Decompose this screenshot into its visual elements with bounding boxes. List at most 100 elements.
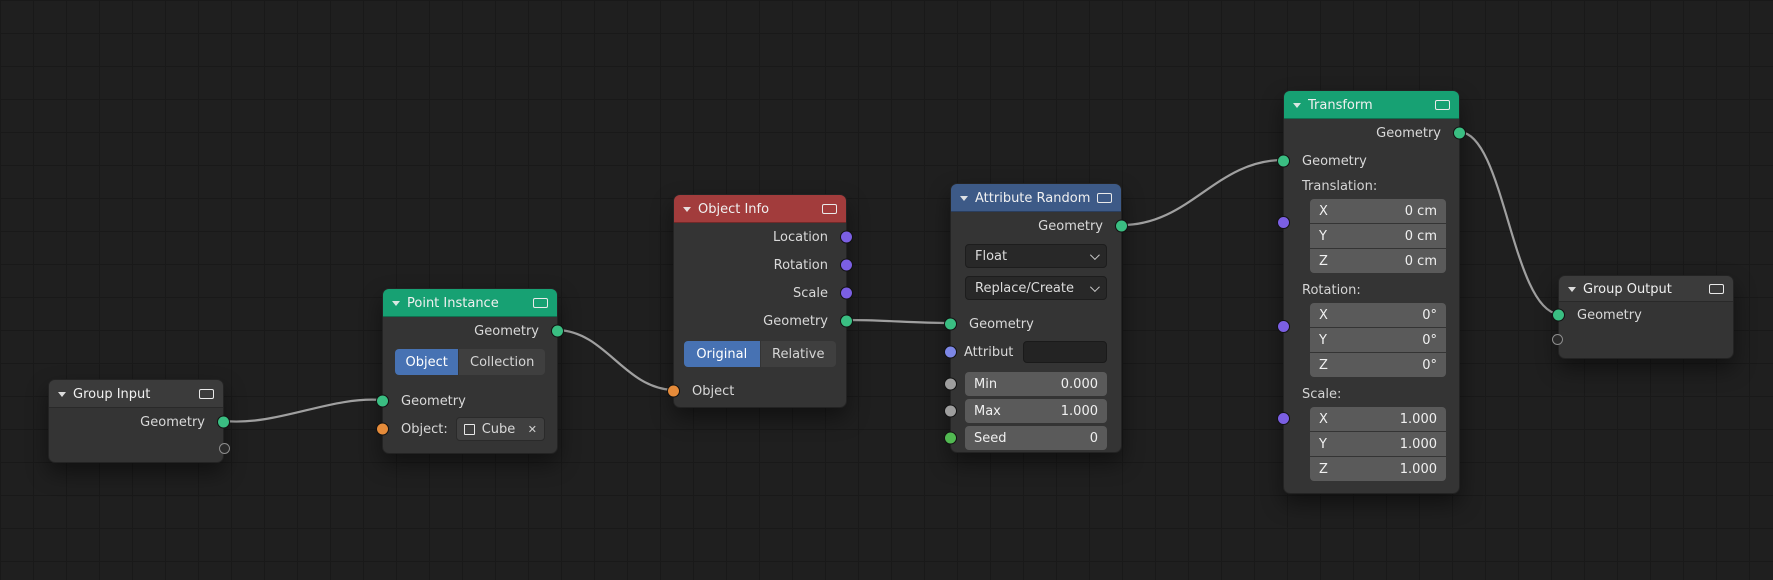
scale-label: Scale:: [1302, 387, 1342, 402]
mesh-cube-icon: [463, 423, 475, 435]
rotation-x-field[interactable]: X 0°: [1310, 303, 1446, 327]
axis-label: X: [1319, 411, 1328, 427]
node-header[interactable]: Attribute Randomi..: [951, 184, 1121, 212]
socket-min-input[interactable]: [944, 377, 957, 391]
translation-z-field[interactable]: Z 0 cm: [1310, 249, 1446, 273]
monitor-icon[interactable]: [1435, 100, 1450, 110]
max-label: Max: [974, 403, 1001, 419]
node-header[interactable]: Transform: [1284, 91, 1459, 119]
axis-label: Y: [1319, 436, 1327, 452]
node-group-output[interactable]: Group Output Geometry: [1552, 275, 1734, 359]
object-button[interactable]: Object: [395, 349, 459, 375]
monitor-icon[interactable]: [199, 389, 214, 399]
wire-attribute-randomize-to-transform: [1121, 158, 1284, 227]
translation-x-field[interactable]: X 0 cm: [1310, 199, 1446, 223]
socket-geometry-output[interactable]: [840, 314, 853, 328]
input-label: Geometry: [969, 316, 1034, 332]
node-point-instance[interactable]: Point Instance Geometry Object Collectio…: [376, 288, 564, 454]
axis-label: X: [1319, 203, 1328, 219]
translation-vector-fields: X 0 cm Y 0 cm Z 0 cm: [1284, 199, 1459, 273]
input-label: Geometry: [1577, 307, 1642, 323]
min-slider[interactable]: Min 0.000: [965, 372, 1107, 396]
node-header[interactable]: Object Info: [674, 195, 846, 223]
node-header[interactable]: Group Input: [49, 380, 223, 408]
socket-translation-input[interactable]: [1277, 216, 1290, 229]
monitor-icon[interactable]: [1097, 193, 1112, 203]
rotation-vector-fields: X 0° Y 0° Z 0°: [1284, 303, 1459, 377]
output-row-geometry: Geometry: [49, 408, 230, 436]
mode-dropdown[interactable]: Replace/Create: [965, 276, 1107, 300]
socket-virtual-input[interactable]: [1552, 334, 1563, 345]
node-header[interactable]: Point Instance: [383, 289, 557, 317]
node-header[interactable]: Group Output: [1559, 276, 1733, 302]
seed-slider[interactable]: Seed 0: [965, 426, 1107, 450]
attribute-label: Attribut: [964, 344, 1014, 360]
collapse-arrow-icon[interactable]: [392, 300, 400, 306]
socket-virtual-output[interactable]: [219, 443, 230, 454]
data-type-dropdown[interactable]: Float: [965, 244, 1107, 268]
axis-value: 0 cm: [1404, 228, 1437, 244]
socket-rotation-input[interactable]: [1277, 320, 1290, 333]
socket-geometry-input[interactable]: [376, 394, 389, 408]
socket-geometry-input[interactable]: [1277, 154, 1290, 168]
node-group-input[interactable]: Group Input Geometry: [48, 379, 230, 463]
socket-scale-input[interactable]: [1277, 412, 1290, 425]
socket-geometry-output[interactable]: [1453, 126, 1466, 140]
collapse-arrow-icon[interactable]: [683, 206, 691, 212]
scale-z-field[interactable]: Z 1.000: [1310, 457, 1446, 481]
axis-value: 1.000: [1399, 411, 1437, 427]
output-label: Geometry: [763, 313, 828, 329]
socket-attribute-input[interactable]: [944, 345, 957, 359]
monitor-icon[interactable]: [1709, 284, 1724, 294]
scale-vector-fields: X 1.000 Y 1.000 Z 1.000: [1284, 407, 1459, 481]
socket-geometry-output[interactable]: [1115, 219, 1128, 233]
rotation-y-field[interactable]: Y 0°: [1310, 328, 1446, 352]
socket-object-input[interactable]: [667, 384, 680, 398]
input-row-attribute: Attribut: [944, 338, 1121, 366]
collapse-arrow-icon[interactable]: [58, 391, 66, 397]
translation-y-field[interactable]: Y 0 cm: [1310, 224, 1446, 248]
output-row-geometry: Geometry: [674, 307, 853, 335]
socket-scale-output[interactable]: [840, 286, 853, 300]
rotation-z-field[interactable]: Z 0°: [1310, 353, 1446, 377]
monitor-icon[interactable]: [533, 298, 548, 308]
output-row-rotation: Rotation: [674, 251, 853, 279]
socket-geometry-output[interactable]: [217, 415, 230, 429]
clear-object-icon[interactable]: ✕: [528, 423, 537, 436]
axis-value: 0°: [1422, 357, 1437, 373]
socket-max-input[interactable]: [944, 404, 957, 418]
socket-object-input[interactable]: [376, 422, 389, 436]
scale-y-field[interactable]: Y 1.000: [1310, 432, 1446, 456]
attribute-name-input[interactable]: [1023, 341, 1107, 363]
node-title: Object Info: [698, 201, 770, 217]
collection-button[interactable]: Collection: [459, 349, 545, 375]
object-picker-value[interactable]: Cube: [482, 422, 516, 437]
node-attribute-randomize[interactable]: Attribute Randomi.. Geometry Float Repla…: [944, 183, 1128, 453]
scale-x-field[interactable]: X 1.000: [1310, 407, 1446, 431]
relative-button[interactable]: Relative: [760, 341, 836, 367]
axis-value: 1.000: [1399, 461, 1437, 477]
node-links: [223, 130, 1559, 423]
socket-location-output[interactable]: [840, 230, 853, 244]
collapse-arrow-icon[interactable]: [960, 195, 968, 201]
seed-value: 0: [1089, 430, 1098, 446]
socket-geometry-output[interactable]: [551, 324, 564, 338]
socket-seed-input[interactable]: [944, 431, 957, 445]
data-type-value: Float: [975, 248, 1008, 264]
output-row-scale: Scale: [674, 279, 853, 307]
original-button[interactable]: Original: [684, 341, 760, 367]
object-picker-field[interactable]: Cube ✕: [455, 417, 545, 441]
node-object-info[interactable]: Object Info Location Rotation Scale Geom…: [667, 194, 853, 408]
node-transform[interactable]: Transform Geometry Geometry Translation:…: [1277, 90, 1466, 494]
collapse-arrow-icon[interactable]: [1293, 102, 1301, 108]
monitor-icon[interactable]: [822, 204, 837, 214]
node-title: Point Instance: [407, 295, 499, 311]
socket-geometry-input[interactable]: [944, 317, 957, 331]
node-editor-canvas[interactable]: Group Input Geometry Point Instance Geom…: [0, 0, 1773, 580]
socket-geometry-input[interactable]: [1552, 308, 1565, 322]
axis-label: Y: [1319, 332, 1327, 348]
collapse-arrow-icon[interactable]: [1568, 286, 1576, 292]
socket-rotation-output[interactable]: [840, 258, 853, 272]
max-slider[interactable]: Max 1.000: [965, 399, 1107, 423]
input-label: Geometry: [1302, 153, 1367, 169]
